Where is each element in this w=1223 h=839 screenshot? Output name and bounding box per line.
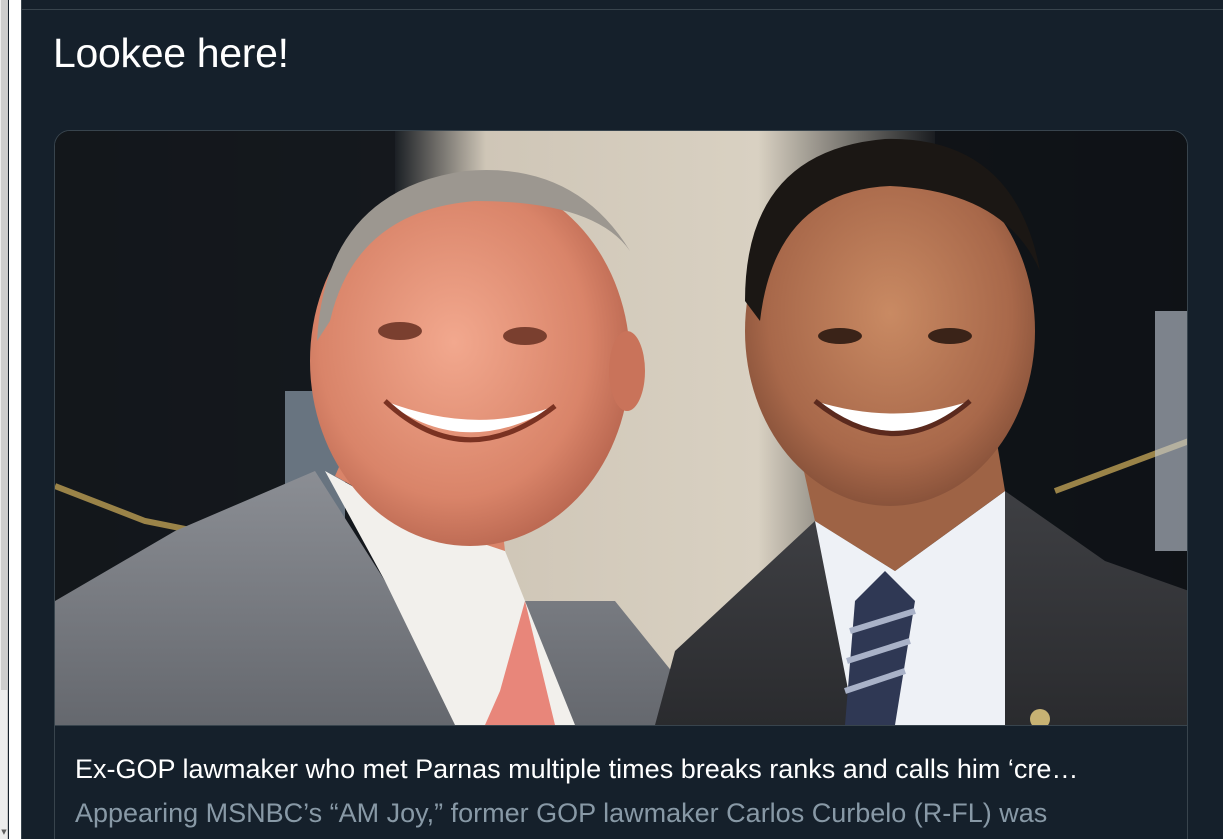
tweet-text: Lookee here!	[53, 30, 289, 76]
tweet-divider	[22, 9, 1223, 10]
tweet: Lookee here! Ex-GOP lawmaker who met Par…	[21, 0, 1223, 839]
page-gutter	[9, 0, 21, 839]
card-description: Appearing MSNBC’s “AM Joy,” former GOP l…	[75, 798, 1048, 828]
scrollbar-thumb[interactable]	[1, 0, 7, 690]
window-scrollbar[interactable]: ▼	[0, 0, 8, 839]
scroll-down-arrow-icon[interactable]: ▼	[0, 827, 8, 837]
link-preview-card[interactable]: Ex-GOP lawmaker who met Parnas multiple …	[54, 130, 1188, 839]
card-divider	[55, 725, 1187, 726]
photo-icon	[55, 131, 1187, 725]
card-image[interactable]	[55, 131, 1187, 725]
card-title[interactable]: Ex-GOP lawmaker who met Parnas multiple …	[75, 753, 1170, 785]
